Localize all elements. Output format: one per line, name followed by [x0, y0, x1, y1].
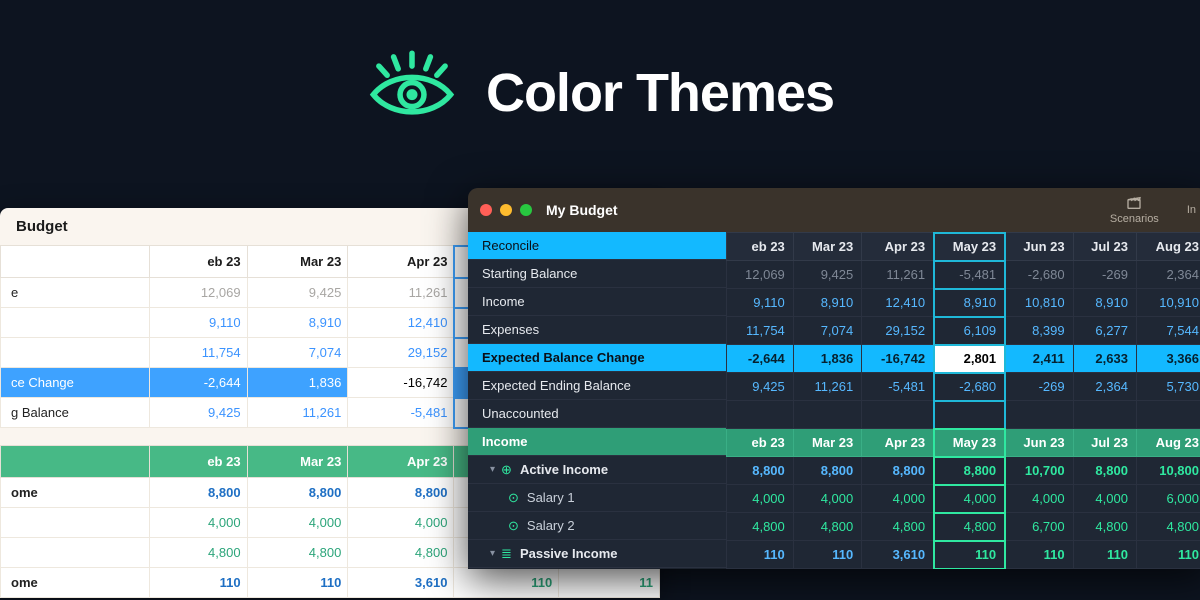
income-section-header[interactable]: Income	[468, 428, 726, 456]
income-category-icon: ⊕	[501, 462, 512, 478]
chevron-down-icon: ▾	[490, 548, 495, 559]
income-row-label[interactable]: ▾⊕Active Income	[468, 456, 726, 484]
income-row-label[interactable]: ⊙Salary 2	[468, 512, 726, 540]
ledger-row-label[interactable]: Starting Balance	[468, 260, 726, 288]
dark-ledger-table: eb 23Mar 23Apr 23May 23Jun 23Jul 23Aug 2…	[726, 232, 1200, 569]
ledger-row-label[interactable]: Expenses	[468, 316, 726, 344]
money-icon: ⊙	[508, 490, 519, 506]
scenarios-button[interactable]: Scenarios	[1110, 195, 1159, 225]
zoom-icon[interactable]	[520, 204, 532, 216]
dark-titlebar: My Budget Scenarios In	[468, 188, 1200, 232]
dark-window-title: My Budget	[546, 202, 618, 218]
minimize-icon[interactable]	[500, 204, 512, 216]
inspector-button[interactable]: In	[1187, 204, 1196, 216]
income-row-label[interactable]: ⊙Salary 1	[468, 484, 726, 512]
eye-icon	[366, 44, 458, 141]
tab-reconcile[interactable]: Reconcile	[468, 232, 726, 260]
chevron-down-icon: ▾	[490, 464, 495, 475]
traffic-lights[interactable]	[480, 204, 532, 216]
ledger-row-label[interactable]: Income	[468, 288, 726, 316]
money-icon: ⊙	[508, 518, 519, 534]
ledger-row-label[interactable]: Expected Ending Balance	[468, 372, 726, 400]
income-row-label[interactable]: ▾≣Passive Income	[468, 540, 726, 568]
clapperboard-icon	[1126, 195, 1142, 211]
ledger-row-label[interactable]: Expected Balance Change	[468, 344, 726, 372]
page-title: Color Themes	[486, 62, 834, 124]
window-dark: My Budget Scenarios In ReconcileStarting…	[468, 188, 1200, 569]
ledger-row-label[interactable]: Unaccounted	[468, 400, 726, 428]
close-icon[interactable]	[480, 204, 492, 216]
income-category-icon: ≣	[501, 546, 512, 562]
